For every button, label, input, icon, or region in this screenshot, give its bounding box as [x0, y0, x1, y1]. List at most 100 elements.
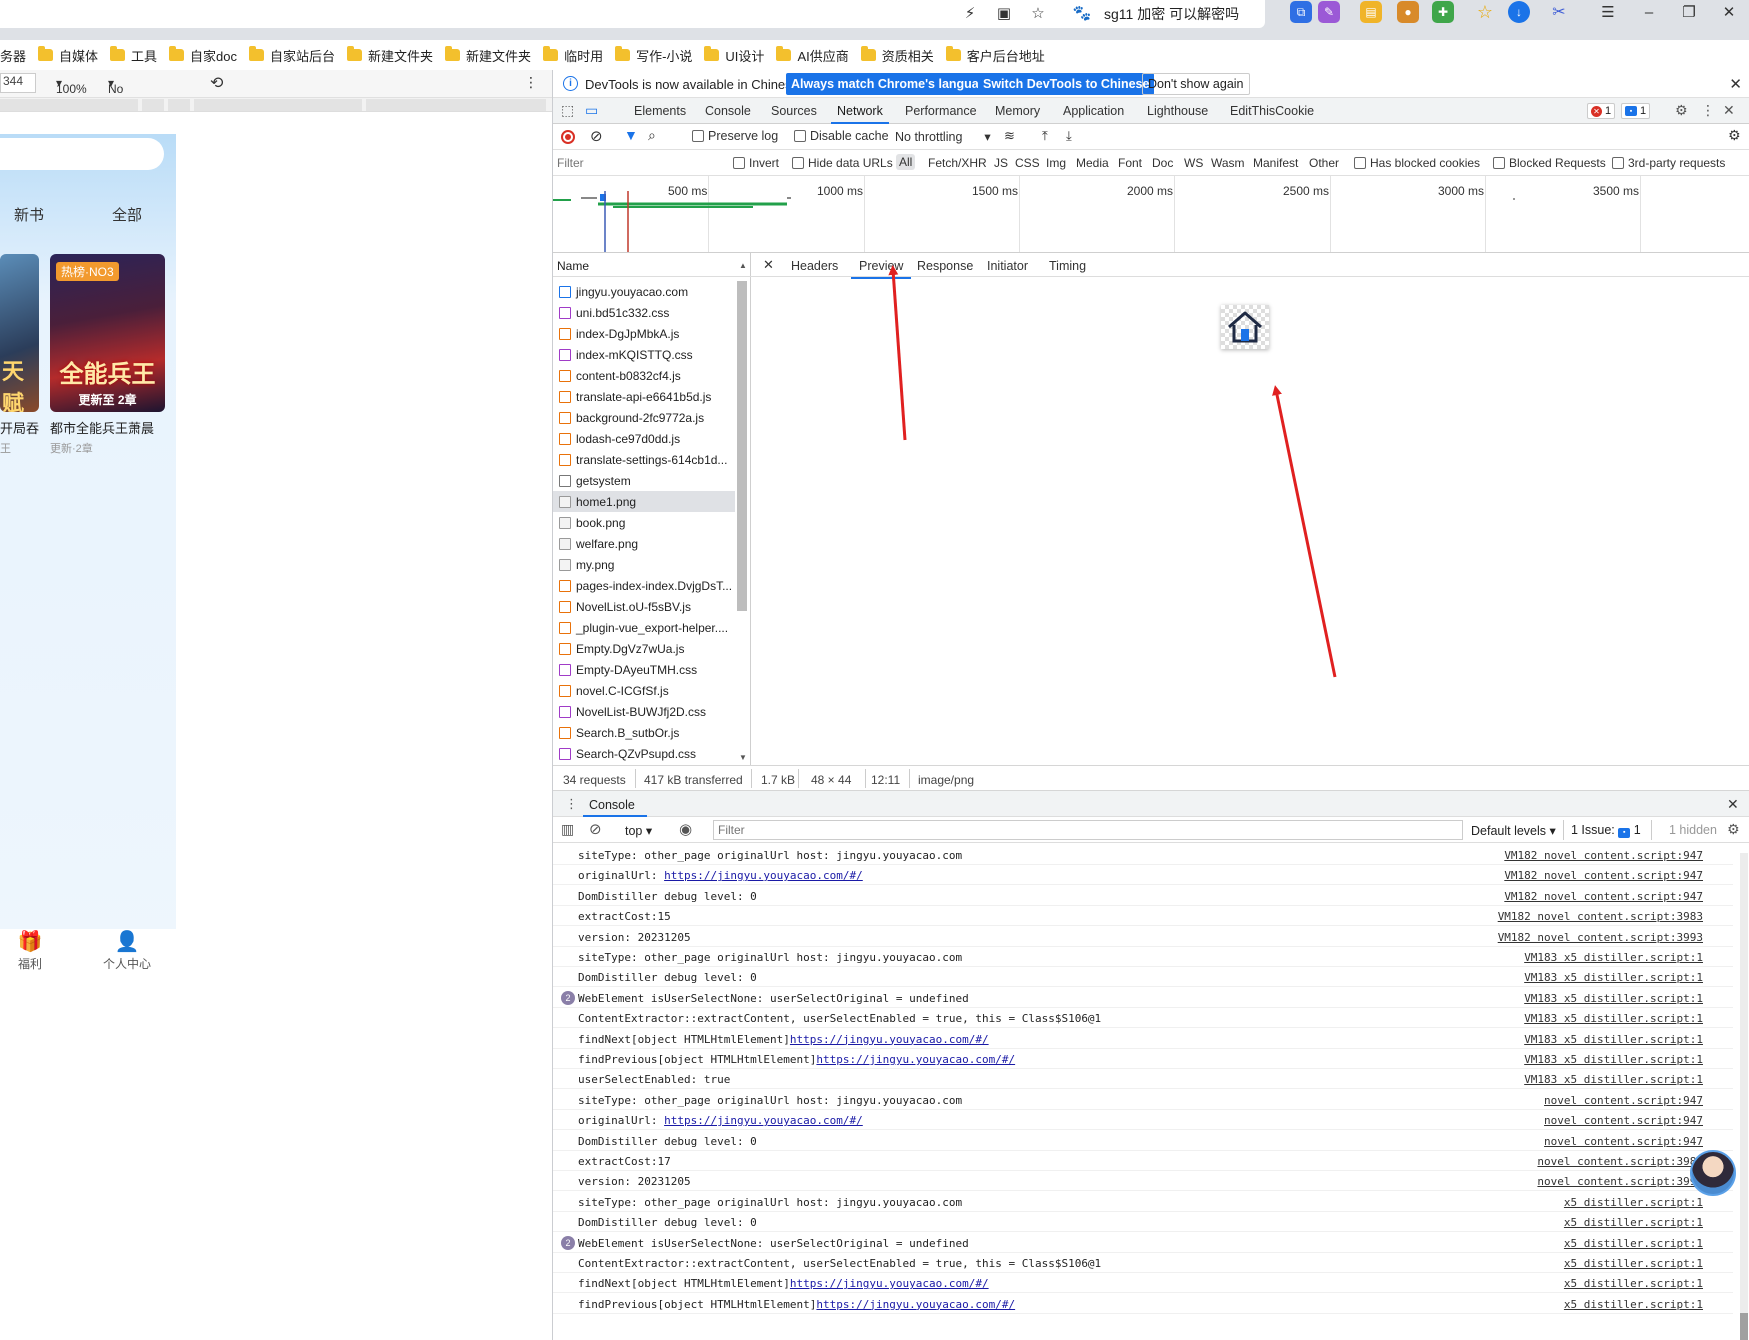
tab-application[interactable]: Application: [1063, 104, 1124, 118]
disable-cache-checkbox[interactable]: Disable cache: [794, 129, 889, 143]
message-link[interactable]: https://jingyu.youyacao.com/#/: [790, 1277, 989, 1290]
message-source-link[interactable]: VM183 x5 distiller.script:1: [1524, 992, 1703, 1005]
bookmark-folder[interactable]: 工具: [104, 42, 163, 68]
scissors-icon[interactable]: ✂: [1548, 1, 1570, 23]
type-filter-wasm[interactable]: Wasm: [1211, 156, 1245, 170]
mobile-tab-all[interactable]: 全部: [112, 204, 142, 225]
issues-button[interactable]: 1 Issue: ▪ 1: [1571, 823, 1641, 838]
drawer-tab-console[interactable]: Console: [589, 798, 635, 812]
tab-timing[interactable]: Timing: [1049, 259, 1086, 273]
request-row[interactable]: my.png: [553, 554, 735, 575]
request-row[interactable]: uni.bd51c332.css: [553, 302, 735, 323]
drawer-menu-icon[interactable]: ⋮: [565, 796, 578, 812]
message-source-link[interactable]: novel content.script:947: [1544, 1135, 1703, 1148]
bookmark-folder[interactable]: 自媒体: [32, 42, 104, 68]
settings-icon[interactable]: ⚙: [1675, 102, 1688, 119]
request-row[interactable]: pages-index-index.DvjgDsT...: [553, 575, 735, 596]
request-row[interactable]: NovelList-BUWJfj2D.css: [553, 701, 735, 722]
record-icon[interactable]: [561, 130, 575, 144]
filter-icon[interactable]: ▼: [624, 127, 638, 143]
request-row[interactable]: novel.C-ICGfSf.js: [553, 680, 735, 701]
tab-sources[interactable]: Sources: [771, 104, 817, 118]
message-source-link[interactable]: VM182 novel content.script:3993: [1498, 931, 1703, 944]
request-row[interactable]: index-DgJpMbkA.js: [553, 323, 735, 344]
live-expression-eye-icon[interactable]: ◉: [679, 820, 692, 838]
request-row[interactable]: index-mKQISTTQ.css: [553, 344, 735, 365]
type-filter-ws[interactable]: WS: [1184, 156, 1203, 170]
download-har-icon[interactable]: ⤓: [1066, 128, 1072, 144]
extension-cookie-icon[interactable]: ●: [1397, 1, 1419, 23]
scroll-down-icon[interactable]: ▼: [739, 753, 747, 762]
ruler-segment[interactable]: [142, 99, 164, 111]
blocked-cookies-checkbox[interactable]: Has blocked cookies: [1354, 156, 1480, 170]
message-source-link[interactable]: x5 distiller.script:1: [1564, 1298, 1703, 1311]
search-icon[interactable]: ⌕: [648, 127, 656, 144]
tab-performance[interactable]: Performance: [905, 104, 977, 118]
tab-network[interactable]: Network: [831, 104, 889, 124]
message-source-link[interactable]: VM183 x5 distiller.script:1: [1524, 1033, 1703, 1046]
throttle-select[interactable]: No throttling ▾: [108, 76, 154, 110]
message-source-link[interactable]: x5 distiller.script:1: [1564, 1257, 1703, 1270]
more-icon[interactable]: ⋮: [1701, 102, 1715, 119]
error-badge[interactable]: ✕ 1: [1587, 103, 1616, 119]
scroll-up-icon[interactable]: ▲: [739, 261, 747, 270]
close-drawer-icon[interactable]: ✕: [1727, 796, 1739, 813]
request-row[interactable]: home1.png: [553, 491, 735, 512]
type-filter-js[interactable]: JS: [994, 156, 1008, 170]
nav-welfare[interactable]: 🎁 福利: [0, 929, 60, 972]
extension-translate-icon[interactable]: ⧉: [1290, 1, 1312, 23]
minimize-icon[interactable]: –: [1634, 1, 1664, 23]
tab-response[interactable]: Response: [917, 259, 973, 273]
message-source-link[interactable]: novel content.script:947: [1544, 1114, 1703, 1127]
message-source-link[interactable]: VM183 x5 distiller.script:1: [1524, 1073, 1703, 1086]
preserve-log-checkbox[interactable]: Preserve log: [692, 129, 778, 143]
bookmark-folder[interactable]: UI设计: [698, 42, 770, 68]
message-link[interactable]: https://jingyu.youyacao.com/#/: [664, 869, 863, 882]
extension-puzzle-icon[interactable]: ✚: [1432, 1, 1454, 23]
close-icon[interactable]: ✕: [1729, 75, 1742, 93]
console-settings-icon[interactable]: ⚙: [1727, 821, 1740, 838]
bookmark-folder[interactable]: 自家站后台: [243, 42, 341, 68]
rotate-icon[interactable]: ⟲: [210, 73, 223, 93]
bookmark-folder[interactable]: 新建文件夹: [439, 42, 537, 68]
match-language-button[interactable]: Always match Chrome's language: [786, 73, 999, 95]
bookmark-folder[interactable]: 自家doc: [163, 42, 243, 68]
request-row[interactable]: NovelList.oU-f5sBV.js: [553, 596, 735, 617]
network-filter-input[interactable]: [557, 154, 717, 172]
console-scroll-thumb[interactable]: [1740, 1313, 1748, 1340]
message-source-link[interactable]: VM182 novel content.script:947: [1504, 890, 1703, 903]
zoom-select[interactable]: 100% ▾: [56, 76, 87, 96]
request-list-scrollbar[interactable]: [737, 281, 747, 611]
close-window-icon[interactable]: ✕: [1714, 1, 1744, 23]
tab-editthiscookie[interactable]: EditThisCookie: [1230, 104, 1314, 118]
translate-icon[interactable]: ▣: [993, 2, 1015, 24]
nav-profile[interactable]: 👤 个人中心: [97, 929, 157, 972]
message-source-link[interactable]: VM183 x5 distiller.script:1: [1524, 1012, 1703, 1025]
network-settings-icon[interactable]: ⚙: [1728, 127, 1741, 144]
request-row[interactable]: Search.B_sutbOr.js: [553, 722, 735, 743]
bookmark-folder[interactable]: 写作-小说: [609, 42, 698, 68]
download-icon[interactable]: ↓: [1508, 1, 1530, 23]
tab-headers[interactable]: Headers: [791, 259, 838, 273]
wifi-icon[interactable]: ≋: [1004, 128, 1015, 144]
close-devtools-icon[interactable]: ✕: [1723, 102, 1735, 119]
book-cover[interactable]: 天赋鬼: [0, 254, 39, 412]
type-filter-font[interactable]: Font: [1118, 156, 1142, 170]
request-row[interactable]: Empty-DAyeuTMH.css: [553, 659, 735, 680]
request-row[interactable]: translate-api-e6641b5d.js: [553, 386, 735, 407]
bookmark-folder[interactable]: AI供应商: [770, 42, 854, 68]
tab-memory[interactable]: Memory: [995, 104, 1040, 118]
request-row[interactable]: lodash-ce97d0dd.js: [553, 428, 735, 449]
message-badge[interactable]: ▪ 1: [1621, 103, 1651, 119]
request-row[interactable]: book.png: [553, 512, 735, 533]
switch-chinese-button[interactable]: Switch DevTools to Chinese: [978, 73, 1155, 95]
context-select[interactable]: top ▾: [625, 823, 652, 838]
book-cover[interactable]: 热榜·NO3 全能兵王 更新至 2章: [50, 254, 165, 412]
bookmark-star-icon[interactable]: ☆: [1027, 2, 1049, 24]
request-row[interactable]: _plugin-vue_export-helper....: [553, 617, 735, 638]
address-bar[interactable]: ⚡ ▣ ☆ 🐾 sg11 加密 可以解密吗: [0, 0, 1265, 28]
tab-elements[interactable]: Elements: [634, 104, 686, 118]
type-filter-img[interactable]: Img: [1046, 156, 1066, 170]
third-party-checkbox[interactable]: 3rd-party requests: [1612, 156, 1725, 170]
tab-lighthouse[interactable]: Lighthouse: [1147, 104, 1208, 118]
